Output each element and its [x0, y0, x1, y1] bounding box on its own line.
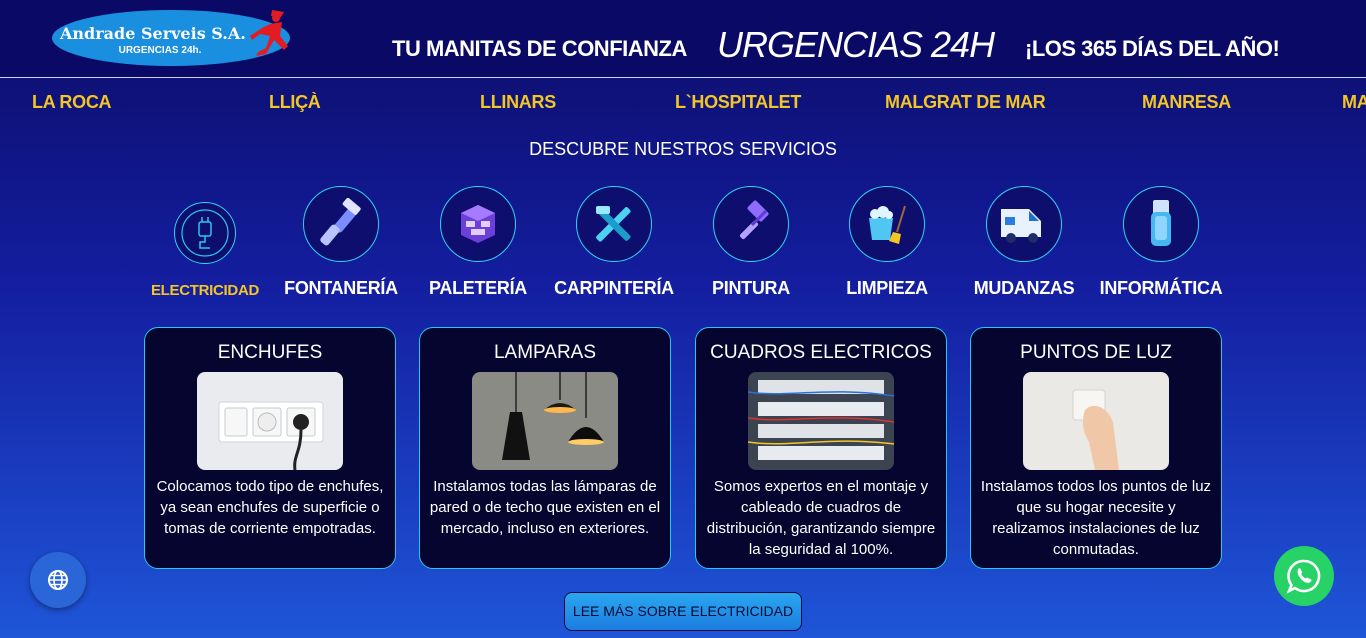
card-title: LAMPARAS	[493, 342, 597, 363]
town-item: LLIÇÀ	[269, 92, 321, 112]
usb-icon	[1151, 200, 1171, 246]
service-label: INFORMÁTICA	[1099, 278, 1223, 298]
town-item: L`HOSPITALET	[675, 92, 802, 112]
plug-icon	[181, 209, 229, 257]
logo-title: Andrade Serveis S.A.	[60, 24, 246, 43]
town-item: MALGRAT DE MAR	[885, 92, 1046, 112]
card-enchufes[interactable]: ENCHUFES Colocamos todo tipo de enchufes…	[144, 327, 396, 569]
read-more-button[interactable]: LEE MÁS SOBRE ELECTRICIDAD	[564, 592, 802, 631]
service-limpieza[interactable]: LIMPIEZA	[812, 186, 962, 299]
town-item: LA ROCA	[32, 92, 112, 112]
card-title: ENCHUFES	[217, 342, 323, 363]
service-fontaneria[interactable]: FONTANERÍA	[266, 186, 416, 299]
outlet-photo	[197, 372, 343, 470]
section-title: DESCUBRE NUESTROS SERVICIOS	[529, 139, 837, 159]
service-electricidad[interactable]: ELECTRICIDAD	[130, 186, 280, 299]
van-icon	[1001, 209, 1041, 243]
wrench-icon	[320, 198, 361, 246]
service-icon-circle	[303, 186, 379, 262]
service-pintura[interactable]: PINTURA	[676, 186, 826, 299]
service-icon-circle	[1123, 186, 1199, 262]
card-cuadros-electricos[interactable]: CUADROS ELECTRICOS Somos expertos en el …	[695, 327, 947, 569]
whatsapp-icon	[1286, 559, 1321, 594]
card-text: Instalamos todos los puntos de luz que s…	[980, 478, 1212, 558]
town-item: LLINARS	[480, 92, 556, 112]
card-lamparas[interactable]: LAMPARAS Instalamos todas las lámparas d…	[419, 327, 671, 569]
service-icon-circle	[440, 186, 516, 262]
runner-icon	[250, 10, 288, 56]
service-label: CARPINTERÍA	[554, 278, 674, 298]
lamps-photo	[472, 372, 618, 470]
card-title: CUADROS ELECTRICOS	[710, 342, 932, 363]
card-title: PUNTOS DE LUZ	[1020, 342, 1172, 363]
service-label: ELECTRICIDAD	[150, 282, 260, 299]
service-icon-circle	[986, 186, 1062, 262]
service-mudanzas[interactable]: MUDANZAS	[949, 186, 1099, 299]
light-switch-photo	[1023, 372, 1169, 470]
language-button[interactable]	[30, 552, 86, 608]
electrical-panel-photo	[748, 372, 894, 470]
service-label: MUDANZAS	[973, 278, 1075, 298]
card-text: Colocamos todo tipo de enchufes, ya sean…	[156, 478, 384, 537]
slogan-center: URGENCIAS 24H	[717, 24, 995, 65]
card-puntos-de-luz[interactable]: PUNTOS DE LUZ Instalamos todos los punto…	[970, 327, 1222, 569]
tools-icon	[596, 206, 631, 242]
paint-roller-icon	[739, 200, 769, 240]
bricks-icon	[461, 205, 495, 243]
service-label: LIMPIEZA	[846, 278, 928, 298]
slogan-left: TU MANITAS DE CONFIANZA	[392, 36, 687, 61]
globe-icon	[48, 570, 68, 590]
logo-subtitle: URGENCIAS 24h.	[118, 45, 202, 56]
slogan-right: ¡LOS 365 DÍAS DEL AÑO!	[1025, 36, 1280, 61]
service-informatica[interactable]: INFORMÁTICA	[1086, 186, 1236, 299]
service-icon-circle	[576, 186, 652, 262]
service-label: PALETERÍA	[429, 278, 527, 298]
site-header: Andrade Serveis S.A. URGENCIAS 24h. TU M…	[0, 0, 1366, 78]
town-item: MA	[1342, 92, 1366, 112]
card-text: Somos expertos en el montaje y cableado …	[706, 478, 936, 558]
bucket-broom-icon	[869, 205, 906, 244]
service-icon-circle	[713, 186, 789, 262]
service-icon-circle	[849, 186, 925, 262]
card-text: Instalamos todas las lámparas de pared o…	[429, 478, 661, 537]
town-item: MANRESA	[1142, 92, 1231, 112]
whatsapp-button[interactable]	[1274, 546, 1334, 606]
service-label: PINTURA	[712, 278, 790, 298]
service-label: FONTANERÍA	[284, 278, 398, 298]
service-paleteria[interactable]: PALETERÍA	[403, 186, 553, 299]
service-icon-circle	[174, 202, 236, 264]
service-carpinteria[interactable]: CARPINTERÍA	[539, 186, 689, 299]
towns-marquee: LA ROCA LLIÇÀ LLINARS L`HOSPITALET MALGR…	[0, 92, 1366, 118]
logo[interactable]: Andrade Serveis S.A. URGENCIAS 24h.	[50, 6, 295, 68]
